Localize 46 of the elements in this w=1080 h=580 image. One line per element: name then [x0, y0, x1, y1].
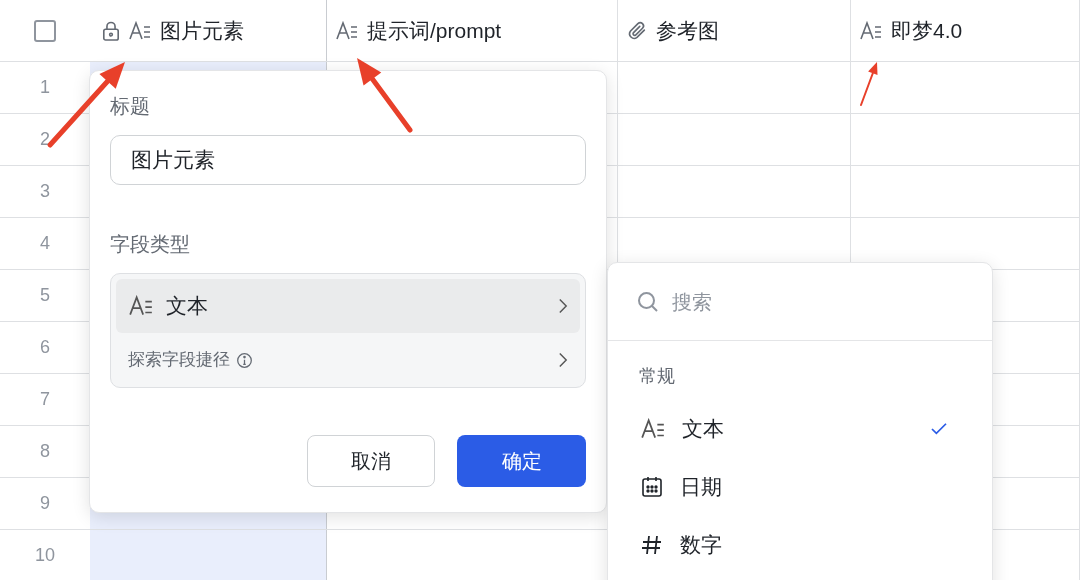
text-type-icon — [640, 418, 666, 440]
field-label: 标题 — [110, 94, 151, 119]
calendar-icon — [640, 475, 664, 499]
text-type-icon — [335, 20, 359, 41]
column-title: 即梦4.0 — [891, 17, 963, 44]
column-title: 参考图 — [656, 17, 719, 44]
lock-icon — [102, 20, 120, 41]
chevron-right-icon — [558, 298, 568, 314]
menu-item[interactable]: 日期 — [608, 458, 992, 516]
chevron-right-icon — [558, 352, 568, 368]
select-all-checkbox[interactable] — [33, 19, 56, 42]
search-field[interactable]: 搜索 — [672, 286, 964, 317]
text-type-icon — [859, 20, 883, 41]
hash-icon — [640, 533, 664, 557]
column-title: 图片元素 — [160, 17, 244, 44]
cancel-button[interactable]: 取消 — [307, 435, 435, 487]
search-icon — [636, 289, 660, 314]
section-label: 常规 — [639, 365, 676, 388]
row-number: 7 — [40, 388, 50, 411]
row-number: 5 — [40, 284, 50, 307]
text-type-icon — [128, 295, 154, 317]
info-icon — [236, 351, 253, 369]
row-number: 4 — [40, 232, 50, 255]
shortcut-link[interactable]: 探索字段捷径 — [116, 333, 580, 387]
row-number: 3 — [40, 180, 50, 203]
annotation-arrow — [860, 62, 878, 106]
row-number: 6 — [40, 336, 50, 359]
column-title: 提示词/prompt — [367, 17, 502, 44]
row-number: 10 — [35, 544, 55, 567]
column-header[interactable]: 提示词/prompt — [327, 0, 618, 61]
highlighted-cell[interactable] — [90, 530, 327, 580]
paperclip-icon — [626, 19, 648, 42]
text-type-icon — [128, 20, 152, 41]
column-header[interactable]: 即梦4.0 — [851, 0, 1080, 61]
row-number: 2 — [40, 128, 50, 151]
row-number: 9 — [40, 492, 50, 515]
field-label: 字段类型 — [110, 232, 191, 257]
row-number: 8 — [40, 440, 50, 463]
menu-item[interactable]: 数字 — [608, 516, 992, 574]
confirm-button[interactable]: 确定 — [457, 435, 586, 487]
title-input[interactable]: 图片元素 — [110, 135, 586, 185]
column-header[interactable]: 图片元素 — [90, 0, 327, 61]
field-type-select[interactable]: 文本 — [116, 279, 580, 333]
column-header[interactable]: 参考图 — [618, 0, 851, 61]
menu-item[interactable]: 文本 — [608, 400, 992, 458]
row-number: 1 — [40, 76, 50, 99]
